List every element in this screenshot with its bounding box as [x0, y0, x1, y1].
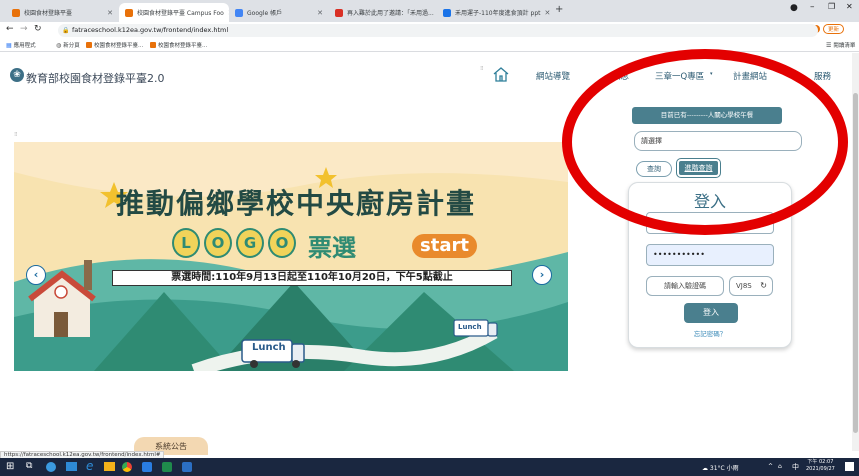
close-icon[interactable]: ✕: [545, 9, 551, 17]
password-field[interactable]: •••••••••••: [646, 244, 774, 266]
captcha-image: VJ8S ↻: [729, 276, 773, 296]
forgot-password-link[interactable]: 忘記密碼？: [628, 328, 792, 338]
ie-icon[interactable]: e: [86, 459, 93, 473]
close-icon[interactable]: ✕: [107, 9, 113, 17]
bookmark-apps[interactable]: ▦ 應用程式: [6, 41, 36, 50]
windows-taskbar: ⊞ ⧉ e ☁ 31°C 小雨 ^ ⌂ 中 下午 02:07 2021/09/2…: [0, 458, 859, 476]
logo-letter: G: [236, 228, 264, 258]
browser-tab[interactable]: 禾用運子-110年度進食頂計 ppt ✕: [437, 3, 550, 22]
drag-handle-icon: ⠿: [14, 132, 18, 138]
weather-widget[interactable]: ☁ 31°C 小雨: [702, 463, 739, 472]
tab-label: 再入難於此用了邀請：「禾用過...: [347, 10, 434, 17]
page-scrollbar[interactable]: [852, 53, 859, 451]
refresh-icon[interactable]: ↻: [760, 277, 767, 295]
site-favicon-icon: [86, 42, 92, 48]
captcha-code: VJ8S: [736, 282, 752, 290]
bookmark-label: 應用程式: [13, 43, 36, 49]
bookmark-new-tab[interactable]: ◍ 新分頁: [56, 41, 80, 50]
reload-icon[interactable]: ↻: [34, 24, 42, 34]
bookmark-label: 新分頁: [63, 43, 80, 49]
tab-label: Google 帳戶: [247, 10, 283, 17]
cloud-icon: ☁: [702, 465, 708, 472]
lock-icon: 🔒: [62, 27, 70, 34]
lunch-truck-label: Lunch: [458, 323, 482, 331]
chrome-icon[interactable]: [122, 462, 132, 472]
start-badge: start: [412, 234, 477, 258]
excel-icon[interactable]: [162, 462, 172, 472]
maximize-icon[interactable]: ❐: [828, 2, 835, 11]
profile-dot-icon[interactable]: ●: [790, 3, 798, 13]
browser-tab[interactable]: 再入難於此用了邀請：「禾用過... ✕: [329, 3, 437, 22]
tray-chevron-icon[interactable]: ^: [768, 463, 773, 470]
google-icon: [235, 8, 243, 17]
app-icon[interactable]: [142, 462, 152, 472]
vote-period: 票選時間:110年9月13日起至110年10月20日，下午5點截止: [112, 270, 512, 286]
new-tab-button[interactable]: +: [555, 4, 563, 15]
close-window-icon[interactable]: ✕: [846, 2, 853, 11]
site-title[interactable]: 教育部校園食材登錄平臺2.0: [26, 70, 165, 86]
browser-tab[interactable]: Google 帳戶 ✕: [229, 3, 329, 22]
windows-start-icon[interactable]: ⊞: [6, 461, 14, 472]
cortana-icon[interactable]: [46, 462, 56, 472]
gmail-icon: [335, 8, 343, 17]
tab-label: 禾用運子-110年度進食頂計 ppt: [455, 10, 541, 17]
url-bar[interactable]: 🔒 fatraceschool.k12ea.gov.tw/frontend/in…: [58, 24, 818, 37]
ministry-logo-icon: ❀: [10, 68, 24, 82]
globe-icon: ◍: [56, 41, 62, 49]
banner-headline: 推動偏鄉學校中央廚房計畫: [115, 187, 476, 220]
notification-icon[interactable]: [845, 462, 854, 471]
carousel-next-button[interactable]: ›: [532, 265, 552, 285]
scrollbar-thumb[interactable]: [853, 93, 858, 433]
bookmark-label: 校園食材登錄平臺...: [94, 43, 144, 49]
site-favicon-icon: [125, 8, 133, 17]
clock[interactable]: 下午 02:07 2021/09/27: [806, 459, 835, 473]
url-text: fatraceschool.k12ea.gov.tw/frontend/inde…: [72, 26, 229, 34]
banner-logo-row: L O G O 票選: [172, 228, 356, 263]
task-view-icon[interactable]: ⧉: [26, 461, 32, 471]
vote-text: 票選: [308, 234, 356, 262]
clock-time: 下午 02:07: [807, 459, 834, 465]
annotation-circle: [562, 49, 848, 235]
browser-tab-active[interactable]: 校園食材登錄平臺 Campus Foo ✕: [119, 3, 229, 22]
logo-letter: L: [172, 228, 200, 258]
drag-handle-icon: ⠿: [480, 66, 484, 72]
browser-tab[interactable]: 校園食材登錄平臺 ✕: [6, 3, 119, 22]
apps-grid-icon: ▦: [6, 41, 12, 49]
home-icon[interactable]: [492, 66, 510, 82]
site-favicon-icon: [12, 8, 20, 17]
network-icon[interactable]: ⌂: [778, 463, 782, 470]
close-icon[interactable]: ✕: [317, 9, 323, 17]
tab-label: 校園食材登錄平臺 Campus Foo: [137, 10, 224, 17]
logo-letter: O: [204, 228, 232, 258]
update-button[interactable]: 更新: [823, 24, 845, 34]
logo-letter: O: [268, 228, 296, 258]
clock-date: 2021/09/27: [806, 466, 835, 472]
ime-indicator[interactable]: 中: [792, 462, 799, 472]
file-explorer-icon[interactable]: [104, 462, 115, 471]
minimize-icon[interactable]: –: [810, 2, 815, 12]
lunch-truck-label: Lunch: [252, 342, 286, 353]
slides-icon: [443, 8, 451, 17]
browser-tab-bar: 校園食材登錄平臺 ✕ 校園食材登錄平臺 Campus Foo ✕ Google …: [0, 0, 859, 22]
bookmark-label: 校園食材登錄平臺...: [158, 43, 208, 49]
captcha-input[interactable]: 請輸入驗證碼: [646, 276, 724, 296]
store-icon[interactable]: [66, 462, 77, 471]
carousel-prev-button[interactable]: ‹: [26, 265, 46, 285]
bookmark-site[interactable]: 校園食材登錄平臺...: [86, 41, 143, 49]
bookmark-site[interactable]: 校園食材登錄平臺...: [150, 41, 207, 49]
login-button[interactable]: 登入: [684, 303, 738, 323]
tab-label: 校園食材登錄平臺: [24, 10, 73, 17]
weather-text: 31°C 小雨: [709, 465, 739, 472]
word-icon[interactable]: [182, 462, 192, 472]
site-favicon-icon: [150, 42, 156, 48]
back-icon[interactable]: ←: [6, 24, 14, 34]
hero-banner[interactable]: 推動偏鄉學校中央廚房計畫 L O G O 票選 start 票選時間:110年9…: [14, 142, 568, 371]
forward-icon[interactable]: →: [20, 24, 28, 34]
